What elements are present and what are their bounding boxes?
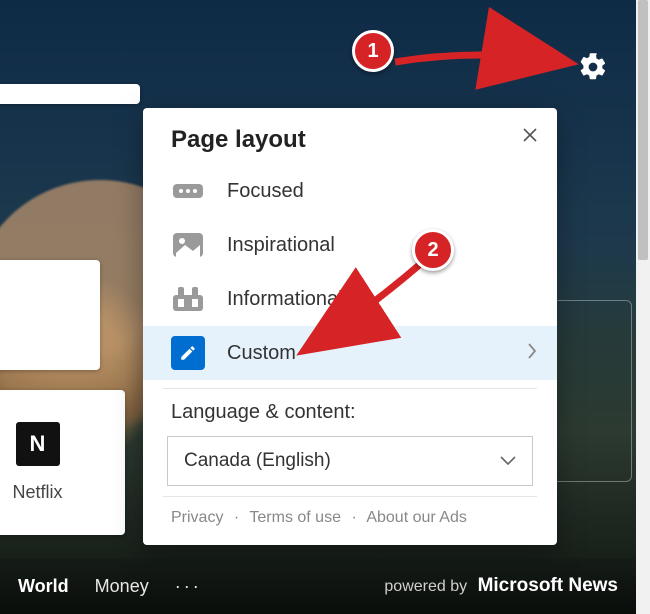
powered-by-label: powered by Microsoft News <box>384 575 618 597</box>
layout-option-focused[interactable]: Focused <box>143 164 557 218</box>
page-scrollbar-thumb[interactable] <box>638 0 648 260</box>
custom-icon <box>171 336 205 370</box>
close-icon <box>523 128 537 142</box>
language-section-label: Language & content: <box>171 401 557 424</box>
focused-icon <box>171 174 205 208</box>
annotation-arrow-1 <box>390 40 580 80</box>
privacy-link[interactable]: Privacy <box>171 509 223 526</box>
quicklink-tile[interactable] <box>0 260 100 370</box>
news-topic-money[interactable]: Money <box>95 576 149 597</box>
language-select-value: Canada (English) <box>184 450 331 472</box>
annotation-badge-1: 1 <box>352 30 394 72</box>
inspirational-icon <box>171 228 205 262</box>
news-topic-world[interactable]: World <box>18 576 69 597</box>
news-topic-more[interactable]: ··· <box>175 576 202 597</box>
page-scrollbar-track[interactable] <box>636 0 650 614</box>
close-button[interactable] <box>517 122 543 148</box>
about-ads-link[interactable]: About our Ads <box>366 509 467 526</box>
chevron-down-icon <box>500 450 516 472</box>
netflix-icon: N <box>16 422 60 466</box>
separator <box>163 496 537 497</box>
news-topic-bar: World Money ··· powered by Microsoft New… <box>0 558 636 614</box>
terms-link[interactable]: Terms of use <box>249 509 341 526</box>
quicklink-label: Netflix <box>12 482 62 503</box>
flyout-footer-links: Privacy · Terms of use · About our Ads <box>171 509 557 527</box>
flyout-title: Page layout <box>171 126 557 154</box>
separator <box>163 388 537 389</box>
layout-option-label: Focused <box>227 180 304 203</box>
annotation-badge-2: 2 <box>412 229 454 271</box>
informational-icon <box>171 282 205 316</box>
microsoft-news-brand: Microsoft News <box>478 575 618 596</box>
language-select[interactable]: Canada (English) <box>167 436 533 486</box>
quicklink-tile-netflix[interactable]: N Netflix <box>0 390 125 535</box>
gear-icon <box>578 52 608 82</box>
toolbar-stub <box>0 84 140 104</box>
chevron-right-icon <box>527 342 537 365</box>
layout-option-label: Custom <box>227 342 296 365</box>
settings-gear-button[interactable] <box>576 50 610 84</box>
